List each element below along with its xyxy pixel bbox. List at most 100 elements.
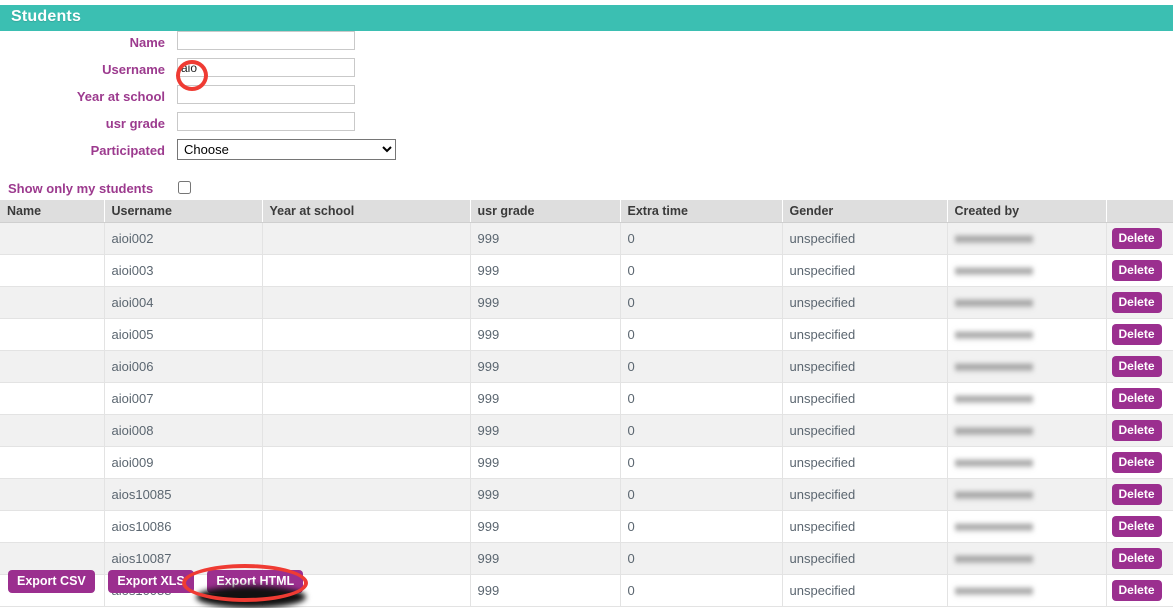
form-row-username: Username	[0, 58, 420, 85]
column-header-gender: Gender	[782, 200, 948, 223]
cell-year-at-school	[262, 222, 471, 255]
cell-year-at-school	[262, 286, 471, 319]
name-input[interactable]	[177, 31, 355, 50]
cell-created-by	[947, 446, 1107, 479]
table-row: aioi005 999 0 unspecified Delete	[0, 318, 1173, 351]
students-table: Name Username Year at school usr grade E…	[0, 200, 1173, 607]
cell-extra-time: 0	[620, 414, 783, 447]
cell-created-by	[947, 350, 1107, 383]
cell-actions: Delete	[1106, 318, 1173, 351]
page-title: Students	[11, 8, 82, 25]
cell-usr-grade: 999	[470, 542, 621, 575]
cell-usr-grade: 999	[470, 478, 621, 511]
cell-year-at-school	[262, 510, 471, 543]
cell-name	[0, 414, 105, 447]
cell-username: aios10085	[104, 478, 263, 511]
cell-extra-time: 0	[620, 542, 783, 575]
column-header-name: Name	[0, 200, 105, 223]
delete-button[interactable]: Delete	[1111, 388, 1162, 409]
cell-actions: Delete	[1106, 254, 1173, 287]
table-row: aioi003 999 0 unspecified Delete	[0, 254, 1173, 287]
export-xls-button[interactable]: Export XLS	[108, 570, 194, 593]
usr-grade-label: usr grade	[105, 116, 165, 131]
delete-button[interactable]: Delete	[1111, 292, 1162, 313]
cell-actions: Delete	[1106, 382, 1173, 415]
cell-usr-grade: 999	[470, 254, 621, 287]
created-by-redacted-value	[954, 458, 1033, 470]
delete-button[interactable]: Delete	[1111, 260, 1162, 281]
delete-button[interactable]: Delete	[1111, 452, 1162, 473]
created-by-redacted-value	[954, 554, 1033, 566]
cell-extra-time: 0	[620, 382, 783, 415]
cell-username: aioi008	[104, 414, 263, 447]
cell-extra-time: 0	[620, 254, 783, 287]
cell-created-by	[947, 414, 1107, 447]
cell-username: aioi005	[104, 318, 263, 351]
cell-usr-grade: 999	[470, 382, 621, 415]
cell-name	[0, 254, 105, 287]
created-by-redacted-value	[954, 522, 1033, 534]
cell-usr-grade: 999	[470, 350, 621, 383]
show-only-my-students-checkbox[interactable]	[178, 181, 191, 194]
delete-button[interactable]: Delete	[1111, 516, 1162, 537]
cell-extra-time: 0	[620, 478, 783, 511]
table-row: aioi006 999 0 unspecified Delete	[0, 350, 1173, 383]
cell-extra-time: 0	[620, 574, 783, 607]
created-by-redacted-value	[954, 330, 1033, 342]
created-by-redacted-value	[954, 586, 1033, 598]
cell-name	[0, 318, 105, 351]
students-table-body: aioi002 999 0 unspecified Delete aioi003 999 0 u…	[0, 222, 1173, 607]
column-header-extra-time: Extra time	[620, 200, 783, 223]
table-row: aioi002 999 0 unspecified Delete	[0, 222, 1173, 255]
cell-actions: Delete	[1106, 542, 1173, 575]
table-row: aios10085 999 0 unspecified Delete	[0, 478, 1173, 511]
cell-gender: unspecified	[782, 382, 948, 415]
delete-button[interactable]: Delete	[1111, 324, 1162, 345]
cell-username: aioi009	[104, 446, 263, 479]
cell-created-by	[947, 318, 1107, 351]
cell-name	[0, 478, 105, 511]
username-input[interactable]	[177, 58, 355, 77]
cell-gender: unspecified	[782, 542, 948, 575]
cell-gender: unspecified	[782, 318, 948, 351]
cell-extra-time: 0	[620, 446, 783, 479]
delete-button[interactable]: Delete	[1111, 484, 1162, 505]
cell-actions: Delete	[1106, 574, 1173, 607]
cell-created-by	[947, 574, 1107, 607]
cell-year-at-school	[262, 350, 471, 383]
cell-year-at-school	[262, 382, 471, 415]
cell-name	[0, 222, 105, 255]
participated-select[interactable]: Choose	[177, 139, 396, 160]
show-only-my-students-label: Show only my students	[8, 181, 154, 196]
column-header-actions	[1106, 200, 1173, 223]
cell-gender: unspecified	[782, 222, 948, 255]
created-by-redacted-value	[954, 362, 1033, 374]
delete-button[interactable]: Delete	[1111, 548, 1162, 569]
cell-gender: unspecified	[782, 254, 948, 287]
cell-actions: Delete	[1106, 222, 1173, 255]
cell-usr-grade: 999	[470, 574, 621, 607]
cell-gender: unspecified	[782, 574, 948, 607]
form-row-participated: Participated Choose	[0, 139, 420, 166]
delete-button[interactable]: Delete	[1111, 580, 1162, 601]
name-label: Name	[129, 35, 165, 50]
cell-name	[0, 286, 105, 319]
delete-button[interactable]: Delete	[1111, 356, 1162, 377]
cell-gender: unspecified	[782, 446, 948, 479]
year-at-school-input[interactable]	[177, 85, 355, 104]
export-csv-button[interactable]: Export CSV	[8, 570, 95, 593]
created-by-redacted-value	[954, 394, 1033, 406]
cell-created-by	[947, 382, 1107, 415]
export-html-button[interactable]: Export HTML	[207, 570, 304, 593]
cell-actions: Delete	[1106, 414, 1173, 447]
delete-button[interactable]: Delete	[1111, 228, 1162, 249]
cell-extra-time: 0	[620, 222, 783, 255]
delete-button[interactable]: Delete	[1111, 420, 1162, 441]
cell-created-by	[947, 254, 1107, 287]
cell-usr-grade: 999	[470, 510, 621, 543]
cell-year-at-school	[262, 254, 471, 287]
cell-year-at-school	[262, 414, 471, 447]
column-header-username: Username	[104, 200, 263, 223]
usr-grade-input[interactable]	[177, 112, 355, 131]
cell-gender: unspecified	[782, 510, 948, 543]
